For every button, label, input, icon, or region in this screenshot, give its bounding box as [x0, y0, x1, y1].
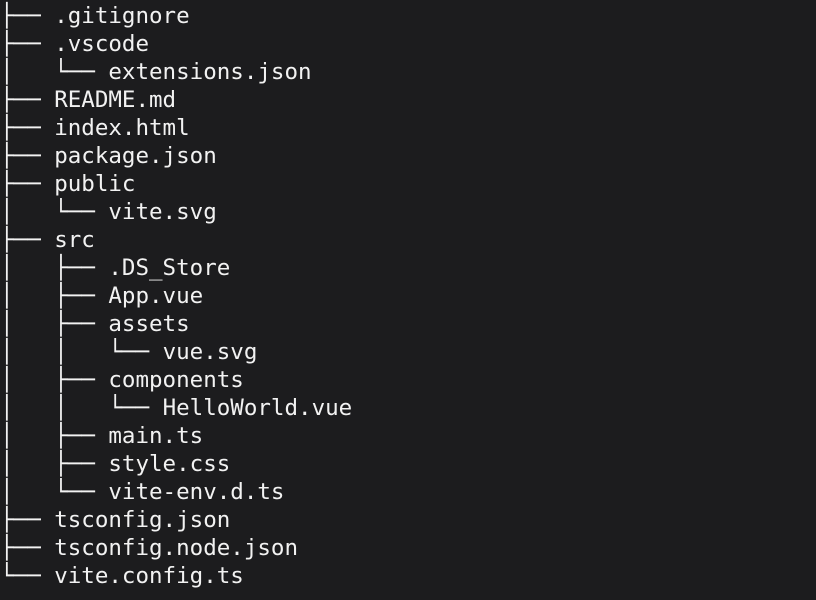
tree-entry-name: vite.svg [108, 199, 217, 225]
tree-line: └── vite.config.ts [0, 562, 244, 590]
tree-line: │ └── vite-env.d.ts [0, 478, 284, 506]
tree-line: │ ├── style.css [0, 450, 230, 478]
tree-line: │ ├── components [0, 366, 244, 394]
tree-branch: ├── [0, 171, 55, 197]
tree-branch: ├── [0, 31, 55, 57]
tree-branch: │ ├── [0, 451, 109, 477]
tree-entry-name: .DS_Store [108, 255, 231, 281]
tree-entry-name: tsconfig.node.json [54, 535, 299, 561]
tree-entry-name: index.html [54, 115, 190, 141]
tree-line: │ ├── App.vue [0, 282, 203, 310]
tree-line: ├── tsconfig.node.json [0, 534, 298, 562]
tree-line: ├── README.md [0, 86, 176, 114]
tree-entry-name: .vscode [54, 31, 150, 57]
tree-entry-name: style.css [108, 451, 231, 477]
tree-line: ├── public [0, 170, 135, 198]
tree-entry-name: main.ts [108, 423, 204, 449]
tree-branch: │ └── [0, 199, 109, 225]
tree-branch: ├── [0, 3, 55, 29]
tree-line: ├── index.html [0, 114, 190, 142]
tree-entry-name: HelloWorld.vue [162, 395, 353, 421]
tree-line: │ ├── .DS_Store [0, 254, 230, 282]
tree-entry-name: components [108, 367, 244, 393]
tree-entry-name: App.vue [108, 283, 204, 309]
tree-entry-name: vue.svg [162, 339, 258, 365]
tree-line: │ ├── assets [0, 310, 190, 338]
tree-entry-name: vite-env.d.ts [108, 479, 285, 505]
tree-branch: │ ├── [0, 311, 109, 337]
tree-branch: │ ├── [0, 255, 109, 281]
tree-line: ├── .gitignore [0, 2, 190, 30]
tree-line: │ ├── main.ts [0, 422, 203, 450]
tree-branch: ├── [0, 115, 55, 141]
tree-line: │ │ └── HelloWorld.vue [0, 394, 352, 422]
tree-entry-name: tsconfig.json [54, 507, 231, 533]
tree-line: ├── package.json [0, 142, 217, 170]
tree-entry-name: README.md [54, 87, 177, 113]
tree-line: ├── tsconfig.json [0, 506, 230, 534]
terminal-output: ├── .gitignore ├── .vscode │ └── extensi… [0, 0, 816, 600]
tree-line: │ │ └── vue.svg [0, 338, 257, 366]
tree-branch: ├── [0, 227, 55, 253]
tree-line: │ └── extensions.json [0, 58, 312, 86]
tree-branch: ├── [0, 87, 55, 113]
tree-line: ├── .vscode [0, 30, 149, 58]
tree-branch: │ │ └── [0, 339, 163, 365]
tree-branch: │ ├── [0, 367, 109, 393]
tree-branch: ├── [0, 507, 55, 533]
tree-branch: │ └── [0, 479, 109, 505]
tree-line: │ └── vite.svg [0, 198, 217, 226]
tree-entry-name: assets [108, 311, 190, 337]
tree-entry-name: package.json [54, 143, 217, 169]
tree-branch: ├── [0, 143, 55, 169]
tree-entry-name: src [54, 227, 95, 253]
tree-entry-name: .gitignore [54, 3, 190, 29]
tree-branch: │ ├── [0, 283, 109, 309]
tree-line: ├── src [0, 226, 95, 254]
tree-branch: │ │ └── [0, 395, 163, 421]
tree-entry-name: extensions.json [108, 59, 312, 85]
tree-branch: │ └── [0, 59, 109, 85]
tree-branch: └── [0, 563, 55, 589]
tree-entry-name: public [54, 171, 136, 197]
tree-entry-name: vite.config.ts [54, 563, 244, 589]
tree-branch: │ ├── [0, 423, 109, 449]
tree-branch: ├── [0, 535, 55, 561]
